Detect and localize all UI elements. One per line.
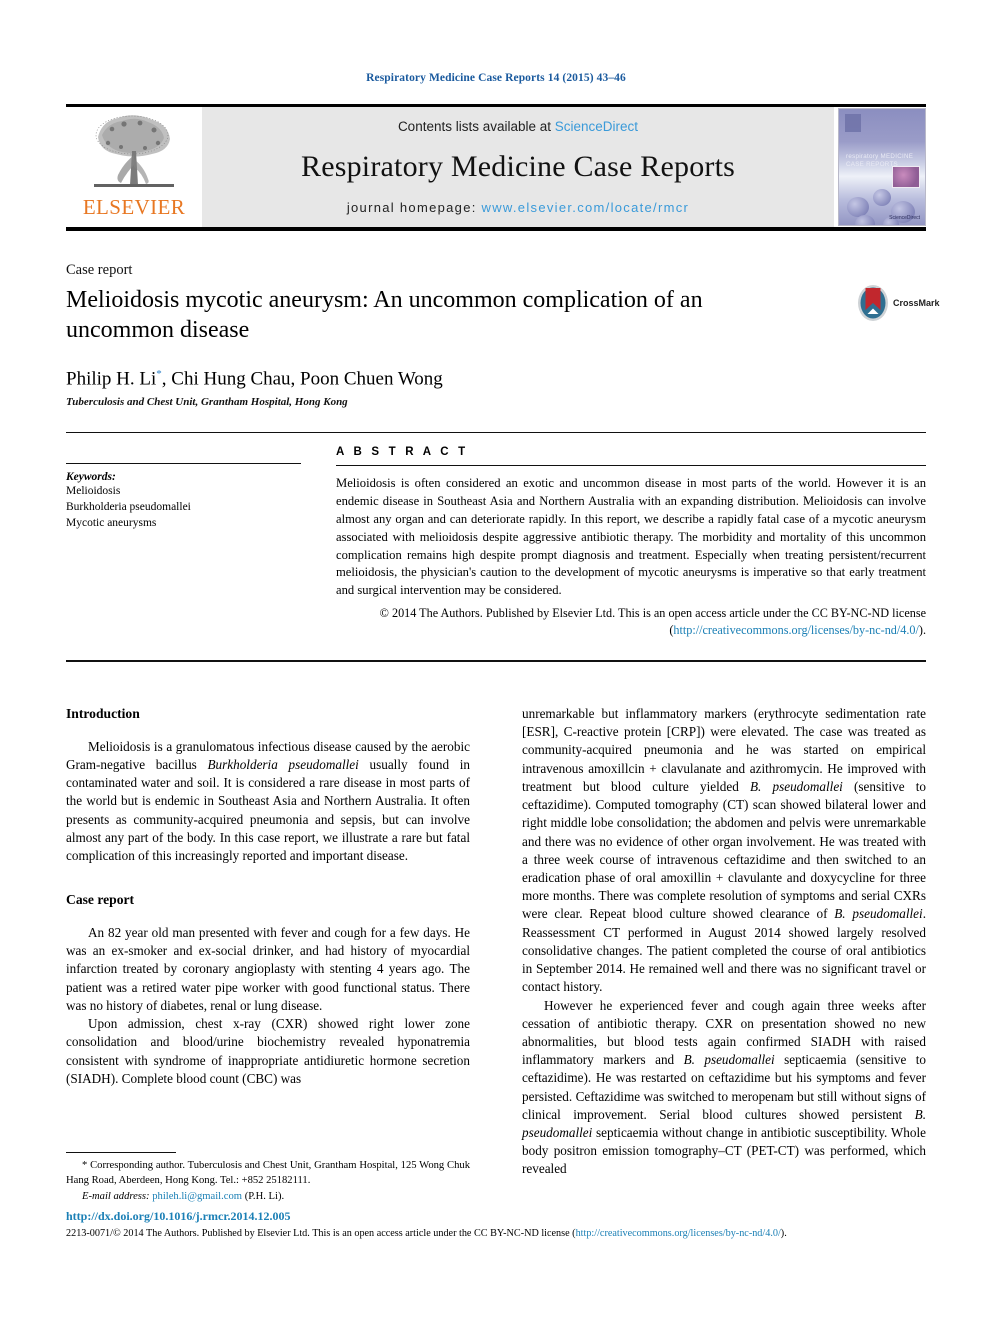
right-species-name-2: B. pseudomallei (834, 906, 923, 922)
abstract-heading: A B S T R A C T (336, 446, 469, 458)
abstract-rule (336, 465, 926, 466)
paragraph-introduction: Melioidosis is a granulomatous infectiou… (66, 738, 470, 866)
elsevier-tree-icon (88, 111, 180, 195)
footnote-email-line: E-mail address: phileh.li@gmail.com (P.H… (66, 1189, 470, 1204)
sciencedirect-link[interactable]: ScienceDirect (555, 119, 638, 134)
author-primary: Philip H. Li (66, 368, 157, 390)
author-list: Philip H. Li*, Chi Hung Chau, Poon Chuen… (66, 368, 443, 390)
keywords-heading: Keywords: (66, 471, 116, 483)
author-affiliation: Tuberculosis and Chest Unit, Grantham Ho… (66, 396, 348, 408)
crossmark-icon (856, 284, 890, 322)
footer-copyright-before: 2213-0071/© 2014 The Authors. Published … (66, 1228, 576, 1239)
masthead-bottom-rule (66, 227, 926, 231)
paragraph-case-1: An 82 year old man presented with fever … (66, 925, 470, 1013)
footer-license-link[interactable]: http://creativecommons.org/licenses/by-n… (576, 1228, 781, 1239)
footer-copyright: 2213-0071/© 2014 The Authors. Published … (66, 1228, 938, 1239)
intro-text-b: usually found in contaminated water and … (66, 756, 471, 864)
abstract-text: Melioidosis is often considered an exoti… (336, 476, 926, 598)
crossmark-label: CrossMark (893, 298, 940, 308)
body-column-left: Introduction Melioidosis is a granulomat… (66, 705, 470, 1088)
article-page: Respiratory Medicine Case Reports 14 (20… (0, 0, 992, 1323)
elsevier-logo: ELSEVIER (66, 107, 202, 227)
right-species-name-1: B. pseudomallei (749, 778, 843, 794)
journal-masthead: ELSEVIER Contents lists available at Sci… (66, 104, 926, 231)
cover-title-line1: respiratory MEDICINE (846, 153, 914, 160)
elsevier-wordmark: ELSEVIER (82, 195, 186, 219)
footer-copyright-after: ). (780, 1228, 787, 1239)
abstract-top-rule (66, 432, 926, 433)
journal-homepage-line: journal homepage: www.elsevier.com/locat… (347, 200, 689, 215)
intro-species-name: Burkholderia pseudomallei (207, 756, 359, 772)
section-heading-case-report: Case report (66, 892, 135, 908)
author-others: , Chi Hung Chau, Poon Chuen Wong (161, 368, 443, 390)
masthead-center: Contents lists available at ScienceDirec… (202, 107, 834, 227)
running-head: Respiratory Medicine Case Reports 14 (20… (366, 72, 626, 84)
copyright-text-after: ). (918, 623, 926, 638)
creative-commons-link[interactable]: http://creativecommons.org/licenses/by-n… (673, 623, 919, 637)
right-text-b: (sensitive to ceftazidime). Computed tom… (522, 778, 926, 922)
doi-link[interactable]: http://dx.doi.org/10.1016/j.rmcr.2014.12… (66, 1209, 291, 1224)
abstract-bottom-rule (66, 660, 926, 662)
keyword-item: Mycotic aneurysms (66, 516, 157, 529)
cover-footer-text: ScienceDirect (889, 215, 920, 221)
keyword-item: Burkholderia pseudomallei (66, 500, 191, 513)
journal-cover-thumbnail: respiratory MEDICINE CASE REPORTS Scienc… (838, 108, 926, 226)
paragraph-right-1: unremarkable but inflammatory markers (e… (522, 705, 926, 997)
journal-homepage-link[interactable]: www.elsevier.com/locate/rmcr (482, 200, 690, 215)
keywords-rule (66, 463, 301, 464)
contents-prefix: Contents lists available at (397, 119, 555, 134)
keyword-item: Melioidosis (66, 485, 121, 497)
body-column-right: unremarkable but inflammatory markers (e… (522, 705, 926, 1179)
email-link[interactable]: phileh.li@gmail.com (152, 1191, 242, 1202)
journal-cover-cell: respiratory MEDICINE CASE REPORTS Scienc… (834, 107, 926, 227)
section-heading-introduction: Introduction (66, 706, 140, 721)
journal-title: Respiratory Medicine Case Reports (301, 150, 735, 183)
page-title: Melioidosis mycotic aneurysm: An uncommo… (66, 287, 703, 344)
footnote-corresponding-author: * Corresponding author. Tuberculosis and… (66, 1160, 470, 1187)
article-type: Case report (66, 262, 133, 278)
cover-elsevier-logo-icon (845, 114, 861, 132)
paragraph-right-2: However he experienced fever and cough a… (522, 997, 926, 1179)
abstract-block: A B S T R A C T Melioidosis is often con… (336, 446, 926, 640)
contents-available-line: Contents lists available at ScienceDirec… (398, 119, 638, 134)
crossmark-badge-group[interactable]: CrossMark (856, 283, 940, 323)
paragraph-case-2: Upon admission, chest x-ray (CXR) showed… (66, 1016, 470, 1086)
homepage-label: journal homepage: (346, 200, 482, 215)
keywords-block: Keywords: Melioidosis Burkholderia pseud… (66, 463, 301, 532)
email-owner: (P.H. Li). (244, 1190, 285, 1202)
footnote-rule (66, 1152, 176, 1153)
email-label: E-mail address: (82, 1190, 150, 1202)
footnote-block: * Corresponding author. Tuberculosis and… (66, 1158, 470, 1204)
right2-species-name-1: B. pseudomallei (683, 1052, 775, 1068)
abstract-copyright: © 2014 The Authors. Published by Elsevie… (336, 605, 926, 640)
